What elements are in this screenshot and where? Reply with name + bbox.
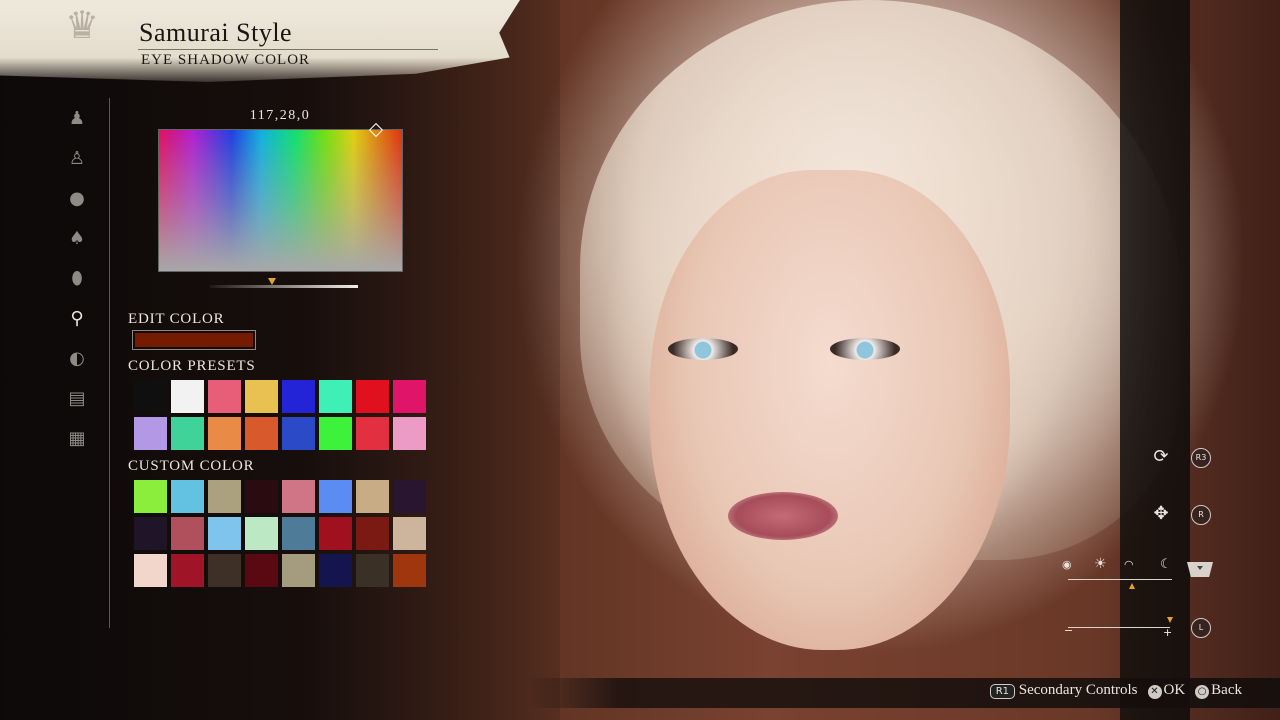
- color-presets-label: COLOR PRESETS: [128, 358, 256, 374]
- custom-color-swatch[interactable]: [171, 554, 204, 587]
- current-color-fill: [135, 333, 253, 347]
- rgb-readout: 117,28,0: [249, 108, 311, 123]
- preset-color-swatch[interactable]: [171, 380, 204, 413]
- figure-icon[interactable]: ♙: [62, 144, 92, 174]
- brightness-slider[interactable]: [210, 285, 358, 288]
- preset-color-swatch[interactable]: [245, 417, 278, 450]
- background-shadow: [1120, 0, 1190, 720]
- category-sidebar: ♟ ♙ ● ♠ ⬮ ⚲ ◐ ▤ ▦: [62, 104, 94, 464]
- custom-color-swatch[interactable]: [245, 517, 278, 550]
- camera-rotate-icon[interactable]: ⟳: [1150, 446, 1172, 468]
- character-face: [650, 170, 1010, 650]
- page-subtitle: EYE SHADOW COLOR: [141, 52, 311, 68]
- lighting-presets[interactable]: ◉ ☀ ◠ ☾: [1062, 556, 1172, 574]
- zoom-out-icon[interactable]: −: [1064, 624, 1073, 637]
- page-title: Samurai Style: [139, 18, 293, 47]
- custom-color-swatch[interactable]: [208, 480, 241, 513]
- edit-color-swatch[interactable]: [132, 330, 256, 350]
- footer-controls: R1 Secondary Controls ✕ OK ○ Back: [989, 682, 1242, 699]
- character-left-eye: [668, 338, 738, 360]
- secondary-controls-hint[interactable]: R1 Secondary Controls: [989, 682, 1138, 699]
- cross-button-icon: ✕: [1147, 685, 1162, 699]
- four-way-arrow-icon[interactable]: ✥: [1150, 503, 1172, 525]
- custom-color-swatch[interactable]: [356, 554, 389, 587]
- custom-color-swatch[interactable]: [282, 480, 315, 513]
- makeup-icon[interactable]: ⚲: [62, 304, 92, 334]
- preset-color-swatch[interactable]: [319, 417, 352, 450]
- custom-color-swatch[interactable]: [171, 517, 204, 550]
- moon-icon[interactable]: ☾: [1160, 557, 1172, 572]
- back-label: Back: [1211, 682, 1242, 698]
- r-button-icon: R: [1191, 505, 1211, 525]
- dim-light-icon[interactable]: ◉: [1062, 558, 1072, 571]
- character-lips: [728, 492, 838, 540]
- preset-color-swatch[interactable]: [282, 417, 315, 450]
- lighting-slider-marker[interactable]: [1129, 583, 1136, 589]
- ok-hint[interactable]: ✕ OK: [1147, 682, 1186, 699]
- custom-color-swatch[interactable]: [134, 480, 167, 513]
- preset-color-swatch[interactable]: [208, 417, 241, 450]
- preset-color-swatch[interactable]: [393, 380, 426, 413]
- r1-button-icon: R1: [989, 684, 1016, 699]
- circle-button-icon: ○: [1195, 685, 1210, 699]
- custom-color-swatch[interactable]: [245, 480, 278, 513]
- preset-color-swatch[interactable]: [245, 380, 278, 413]
- ok-label: OK: [1163, 682, 1186, 698]
- custom-color-swatch[interactable]: [356, 517, 389, 550]
- head-icon[interactable]: ●: [62, 184, 92, 214]
- face-icon[interactable]: ⬮: [62, 264, 92, 294]
- custom-color-swatch[interactable]: [245, 554, 278, 587]
- title-divider: [138, 49, 438, 50]
- custom-color-label: CUSTOM COLOR: [128, 458, 255, 474]
- sidebar-divider: [109, 98, 110, 628]
- custom-color-swatch[interactable]: [393, 517, 426, 550]
- color-presets-grid: [134, 380, 426, 450]
- r3-button-icon: R3: [1191, 448, 1211, 468]
- secondary-controls-label: Secondary Controls: [1018, 682, 1138, 698]
- custom-color-swatch[interactable]: [393, 554, 426, 587]
- preset-color-swatch[interactable]: [356, 417, 389, 450]
- body-icon[interactable]: ♟: [62, 104, 92, 134]
- preset-color-swatch[interactable]: [393, 417, 426, 450]
- custom-color-swatch[interactable]: [208, 554, 241, 587]
- horizon-icon[interactable]: ◠: [1124, 558, 1134, 571]
- custom-color-swatch[interactable]: [282, 517, 315, 550]
- preset-color-swatch[interactable]: [171, 417, 204, 450]
- custom-color-swatch[interactable]: [356, 480, 389, 513]
- l-button-icon: L: [1191, 618, 1211, 638]
- preset-color-swatch[interactable]: [134, 380, 167, 413]
- color-spectrum-picker[interactable]: [158, 129, 403, 272]
- zoom-slider-marker[interactable]: [1167, 617, 1173, 623]
- custom-color-swatch[interactable]: [319, 480, 352, 513]
- eyes-icon[interactable]: ◐: [62, 344, 92, 374]
- custom-color-swatch[interactable]: [134, 517, 167, 550]
- custom-color-grid: [134, 480, 426, 587]
- custom-color-swatch[interactable]: [282, 554, 315, 587]
- grid-icon[interactable]: ▦: [62, 424, 92, 454]
- lighting-slider[interactable]: [1068, 579, 1172, 580]
- kabuto-emblem-icon: ♛: [64, 5, 100, 47]
- edit-color-label: EDIT COLOR: [128, 311, 225, 327]
- custom-color-swatch[interactable]: [134, 554, 167, 587]
- character-right-eye: [830, 338, 900, 360]
- preset-color-swatch[interactable]: [134, 417, 167, 450]
- zoom-in-icon[interactable]: +: [1163, 626, 1172, 639]
- preset-color-swatch[interactable]: [356, 380, 389, 413]
- preset-color-swatch[interactable]: [319, 380, 352, 413]
- brightness-slider-knob[interactable]: [268, 278, 277, 285]
- notes-icon[interactable]: ▤: [62, 384, 92, 414]
- custom-color-swatch[interactable]: [319, 554, 352, 587]
- custom-color-swatch[interactable]: [171, 480, 204, 513]
- hair-icon[interactable]: ♠: [62, 224, 92, 254]
- preset-color-swatch[interactable]: [282, 380, 315, 413]
- custom-color-swatch[interactable]: [208, 517, 241, 550]
- custom-color-swatch[interactable]: [319, 517, 352, 550]
- sun-icon[interactable]: ☀: [1094, 556, 1107, 572]
- zoom-slider[interactable]: [1068, 627, 1170, 628]
- preset-color-swatch[interactable]: [208, 380, 241, 413]
- lighting-dropdown-icon[interactable]: [1187, 562, 1213, 577]
- back-hint[interactable]: ○ Back: [1195, 682, 1242, 699]
- custom-color-swatch[interactable]: [393, 480, 426, 513]
